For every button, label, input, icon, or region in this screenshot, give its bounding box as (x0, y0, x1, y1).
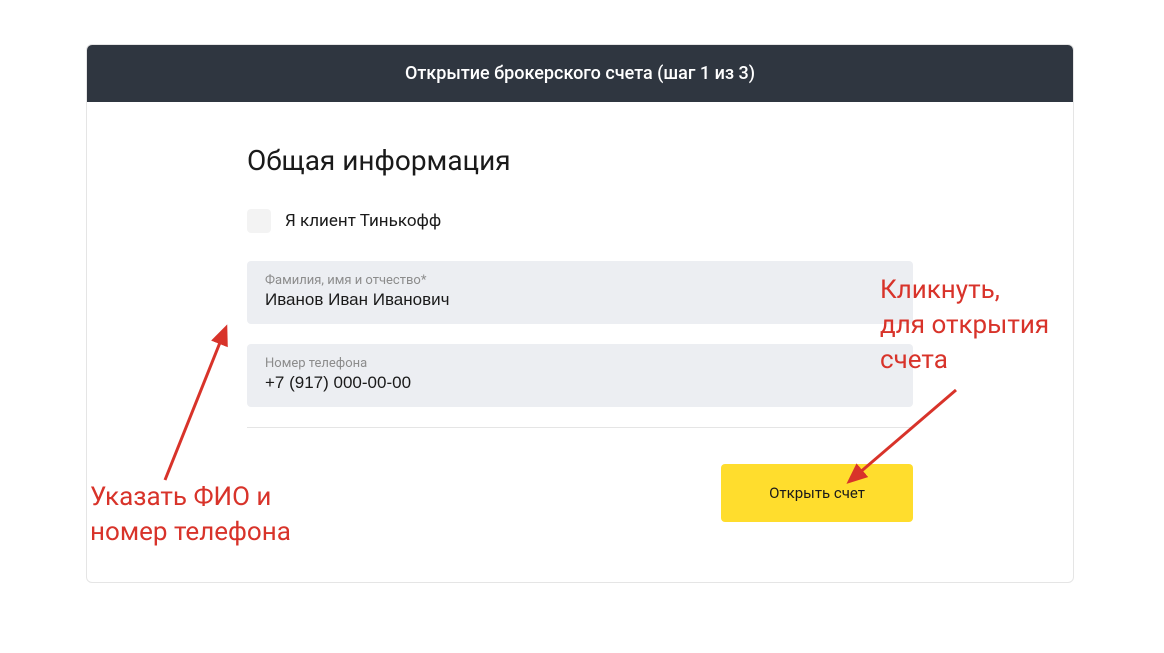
existing-client-label: Я клиент Тинькофф (285, 211, 441, 231)
phone-input[interactable] (265, 373, 895, 393)
phone-field[interactable]: Номер телефона (247, 344, 913, 407)
actions-row: Открыть счет (247, 464, 913, 522)
divider (247, 427, 913, 428)
open-account-button[interactable]: Открыть счет (721, 464, 913, 522)
existing-client-checkbox-row: Я клиент Тинькофф (247, 209, 913, 233)
existing-client-checkbox[interactable] (247, 209, 271, 233)
annotation-right: Кликнуть,для открытиясчета (880, 273, 1049, 378)
phone-label: Номер телефона (265, 356, 895, 371)
fullname-input[interactable] (265, 290, 895, 310)
annotation-left: Указать ФИО иномер телефона (90, 480, 291, 550)
section-title: Общая информация (247, 144, 913, 177)
card-header-title: Открытие брокерского счета (шаг 1 из 3) (87, 45, 1073, 102)
fullname-field[interactable]: Фамилия, имя и отчество* (247, 261, 913, 324)
fullname-label: Фамилия, имя и отчество* (265, 273, 895, 288)
